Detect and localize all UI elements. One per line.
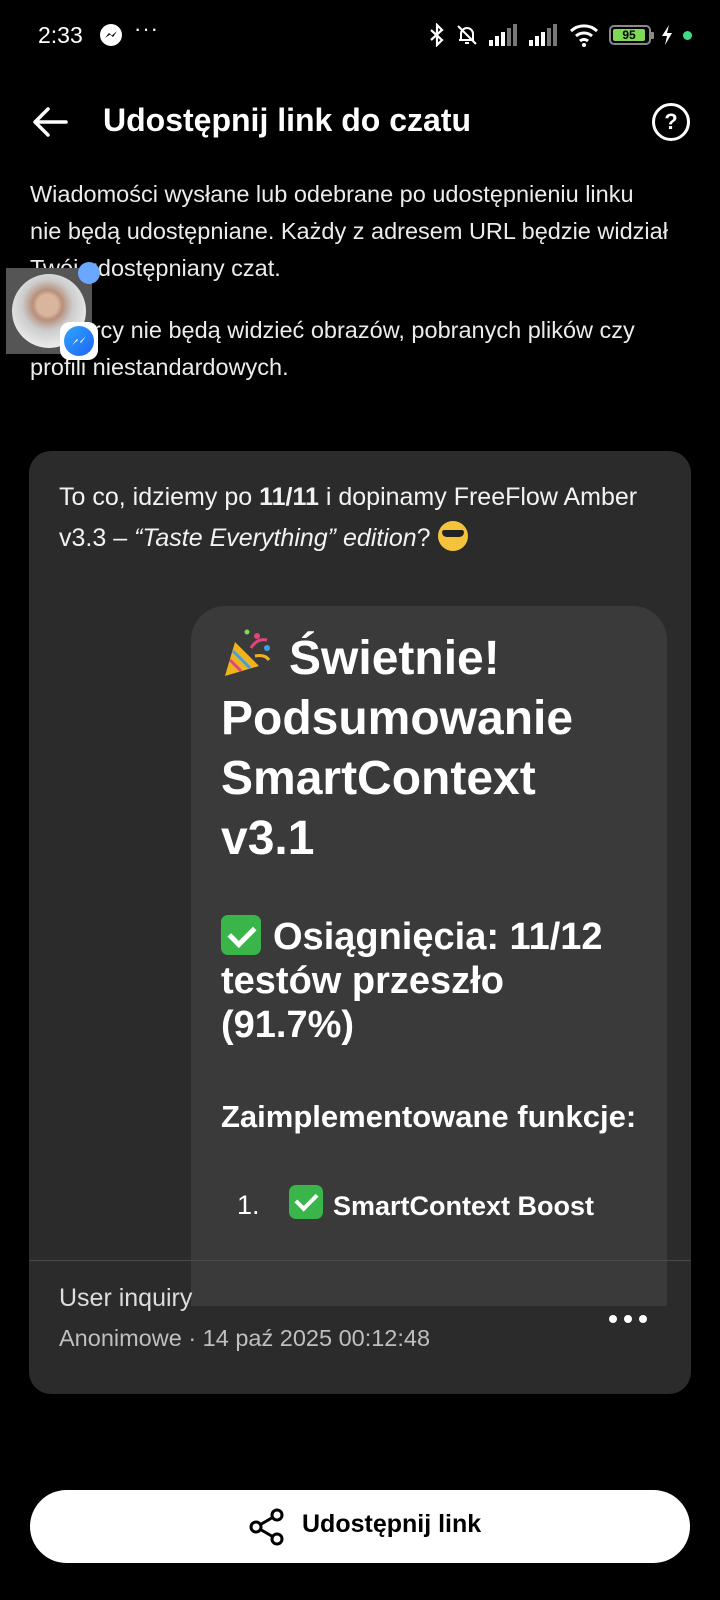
chat-title: User inquiry [59,1284,193,1312]
share-icon [249,1508,284,1546]
privacy-indicator-dot [683,30,692,40]
info-text-visibility: Wiadomości wysłane lub odebrane po udost… [30,181,668,281]
help-icon[interactable]: ? [652,103,690,141]
charging-icon [662,25,672,45]
messenger-badge-icon [60,322,98,360]
achievements-heading: Osiągnięcia: 11/12 testów przeszło (91.7… [221,915,603,1046]
chat-meta-info: Anonimowe · 14 paź 2025 00:12:48 [59,1325,431,1351]
chat-preview-card: To co, idziemy po 11/11 i dopinamy FreeF… [29,451,691,1394]
signal-icon [529,24,557,46]
info-text-restrictions: Odbiorcy nie będą widzieć obrazów, pobra… [30,317,635,380]
ai-response-title: Świetnie! Podsumowanie SmartContext v3.1 [221,626,641,869]
battery-level: 95 [622,28,636,42]
share-link-label: Udostępnij link [302,1510,482,1538]
more-options-icon[interactable] [609,1309,649,1329]
ai-response-bubble: Świetnie! Podsumowanie SmartContext v3.1… [191,606,667,1306]
check-mark-icon [289,1185,323,1219]
status-bar: 2:33 ··· 95 [0,0,720,72]
bell-muted-icon [457,25,477,45]
status-time: 2:33 [38,22,83,48]
page-title: Udostępnij link do czatu [103,102,472,138]
app-header: Udostępnij link do czatu ? [0,86,720,156]
sunglasses-emoji-icon [437,521,468,551]
notification-dot [78,262,100,284]
messenger-icon [100,24,122,46]
card-divider [29,1260,691,1261]
user-message: To co, idziemy po 11/11 i dopinamy FreeF… [59,483,638,552]
check-mark-icon [221,915,261,955]
signal-icon [489,24,517,46]
share-link-button[interactable]: Udostępnij link [30,1490,690,1563]
party-popper-icon [221,626,275,680]
back-arrow-icon[interactable] [30,102,70,142]
status-icons: 95 [429,20,692,50]
list-item: 1. SmartContext Boost [221,1185,641,1226]
battery-icon: 95 [609,25,654,45]
bluetooth-icon [430,23,444,47]
more-notifications-icon: ··· [134,16,159,41]
features-heading: Zaimplementowane funkcje: [221,1099,637,1134]
wifi-icon [569,24,599,47]
